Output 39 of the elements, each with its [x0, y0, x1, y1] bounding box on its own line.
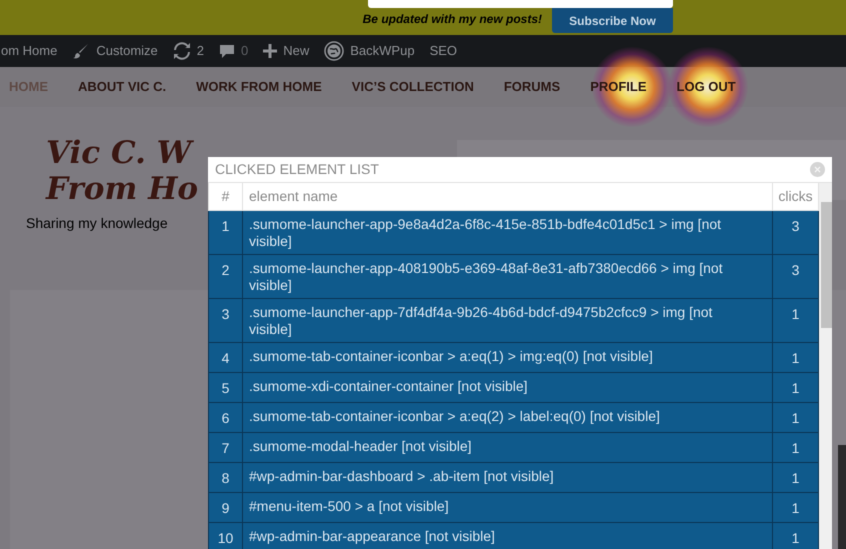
modal-title: CLICKED ELEMENT LIST [215, 160, 379, 179]
admin-bar-link[interactable]: SEO [430, 41, 458, 61]
nav-link[interactable]: ABOUT VIC C. [78, 77, 166, 97]
admin-bar-label: 2 [196, 42, 204, 60]
admin-bar-label: BackWPup [350, 42, 415, 60]
nav-link[interactable]: WORK FROM HOME [196, 77, 322, 97]
admin-bar-link[interactable]: om Home [1, 41, 58, 61]
site-title: From Ho [46, 171, 198, 207]
column-header: element name [242, 183, 772, 210]
table-cell: #wp-admin-bar-dashboard > .ab-item [not visible] [242, 462, 772, 492]
table-cell: 8 [208, 462, 242, 492]
table-cell: 10 [208, 522, 242, 549]
table-cell: 7 [208, 432, 242, 462]
table-cell: .sumome-launcher-app-408190b5-e369-48af-8e31-afb7380ecd66 > img [not visible] [242, 254, 772, 298]
nav-link[interactable]: FORUMS [504, 77, 560, 97]
nav-link[interactable]: VIC’S COLLECTION [352, 77, 474, 97]
table-cell: 6 [208, 402, 242, 432]
site-title: Vic C. W [46, 135, 192, 171]
admin-bar-label: 0 [241, 42, 248, 60]
promo-message: Be updated with my new posts! [362, 11, 542, 28]
subscribe-button[interactable]: Subscribe Now [552, 8, 673, 33]
admin-bar-label: Customize [96, 42, 158, 60]
table-cell: .sumome-tab-container-iconbar > a:eq(1) > img:eq(0) [not visible] [242, 342, 772, 372]
table-cell: 3 [208, 298, 242, 342]
admin-bar-label: New [283, 42, 310, 60]
column-header: # [208, 183, 242, 210]
table-cell: .sumome-launcher-app-7df4df4a-9b26-4b6d-bdcf-d9475b2cfcc9 > img [not visible] [242, 298, 772, 342]
table-cell: 4 [208, 342, 242, 372]
table-cell: 9 [208, 492, 242, 522]
table-cell: #menu-item-500 > a [not visible] [242, 492, 772, 522]
nav-link[interactable]: LOG OUT [676, 77, 736, 97]
table-cell: 1 [208, 210, 242, 254]
table-cell: .sumome-modal-header [not visible] [242, 432, 772, 462]
site-tagline: Sharing my knowledge [26, 214, 168, 233]
table-cell: 5 [208, 372, 242, 402]
table-cell: .sumome-launcher-app-9e8a4d2a-6f8c-415e-851b-bdfe4c01d5c1 > img [not visible] [242, 210, 772, 254]
table-cell: .sumome-xdi-container-container [not visible] [242, 372, 772, 402]
table-cell: .sumome-tab-container-iconbar > a:eq(2) > label:eq(0) [not visible] [242, 402, 772, 432]
table-cell: 2 [208, 254, 242, 298]
